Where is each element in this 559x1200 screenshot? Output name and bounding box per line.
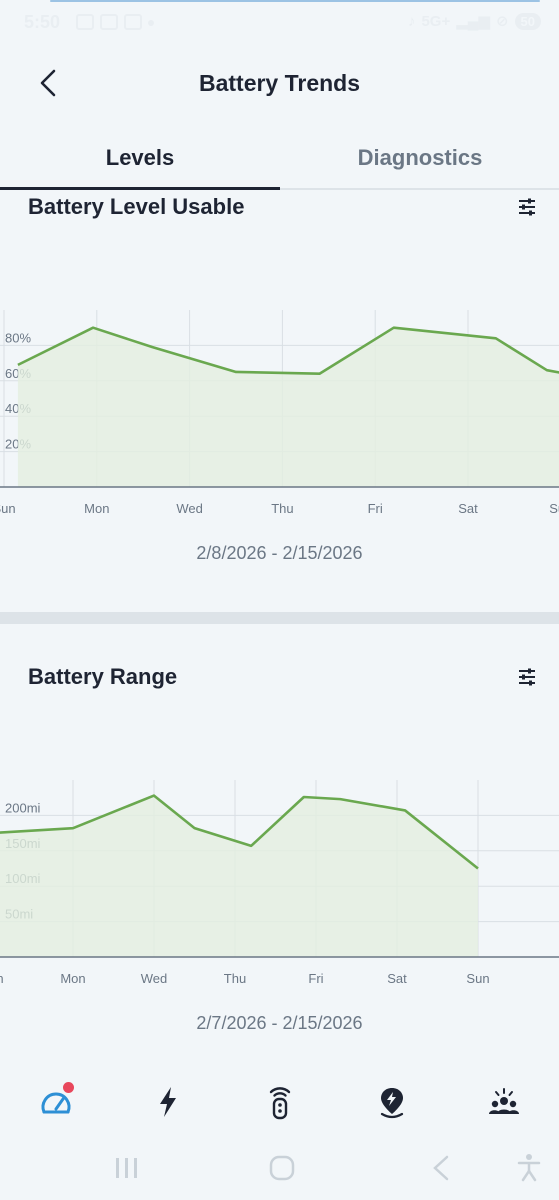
y-tick-label: 80% [5, 330, 31, 345]
network-label: 5G+ [421, 12, 451, 30]
mute-icon: ♪ [407, 12, 416, 30]
battery-indicator: 50 [514, 12, 541, 30]
x-tick-label: Thu [224, 971, 246, 986]
x-tick-label: Sun [0, 501, 16, 516]
x-tick-label: Mon [84, 501, 109, 516]
x-tick-label: Fri [308, 971, 323, 986]
level-section-title: Battery Level Usable [28, 194, 245, 219]
accessibility-button[interactable] [517, 1154, 541, 1182]
home-button[interactable] [269, 1155, 295, 1181]
nav-remote[interactable] [260, 1082, 300, 1122]
lightning-icon [160, 1087, 176, 1117]
sliders-icon [519, 198, 535, 216]
nav-map[interactable] [372, 1082, 412, 1122]
signal-icon: ▂▄▆ [456, 13, 490, 30]
x-tick-label: Sat [387, 971, 407, 986]
y-tick-label: 200mi [5, 800, 41, 815]
more-notifications-icon [148, 20, 154, 26]
status-right: ♪ 5G+ ▂▄▆ ⊘ 50 [408, 12, 541, 30]
gallery-icon [100, 14, 118, 30]
x-tick-label: Fri [368, 501, 383, 516]
map-pin-charge-icon [380, 1088, 404, 1119]
sliders-icon [519, 668, 535, 686]
x-tick-label: Thu [271, 501, 293, 516]
battery-range-chart: 50mi100mi150mi200miSunMonWedThuFriSatSun [0, 780, 559, 986]
system-nav-bar [0, 1140, 559, 1200]
area-fill [0, 795, 478, 957]
section-divider [0, 612, 559, 624]
back-nav-button[interactable] [433, 1155, 449, 1181]
screenshot-icon [76, 14, 94, 30]
battery-level-chart: 20%40%60%80%SunMonWedThuFriSatSun [0, 310, 559, 516]
x-tick-label: Wed [176, 501, 203, 516]
tab-levels[interactable]: Levels [0, 128, 280, 190]
x-tick-label: Sun [466, 971, 489, 986]
community-icon [489, 1088, 519, 1114]
x-tick-label: Sun [0, 971, 4, 986]
status-bar: 5:50 ♪ 5G+ ▂▄▆ ⊘ 50 [0, 0, 559, 48]
header: Battery Trends [0, 50, 559, 120]
nav-community[interactable] [484, 1082, 524, 1122]
x-tick-label: Mon [60, 971, 85, 986]
level-filter-button[interactable] [516, 196, 538, 218]
bottom-nav [0, 1070, 559, 1136]
range-date-range: 2/7/2026 - 2/15/2026 [196, 1013, 363, 1033]
progress-line [50, 0, 540, 2]
range-filter-button[interactable] [516, 666, 538, 688]
x-tick-label: Sat [458, 501, 478, 516]
level-date-range: 2/8/2026 - 2/15/2026 [196, 543, 363, 563]
range-section-title: Battery Range [28, 664, 178, 689]
nav-charging[interactable] [148, 1082, 188, 1122]
notification-badge [63, 1082, 74, 1093]
tab-diagnostics[interactable]: Diagnostics [280, 128, 559, 190]
x-tick-label: Wed [141, 971, 168, 986]
area-fill [17, 327, 559, 487]
tab-bar: Levels Diagnostics [0, 128, 559, 192]
tab-active-indicator [0, 187, 280, 190]
recent-apps-button[interactable] [116, 1158, 137, 1178]
x-tick-label: Sun [549, 501, 559, 516]
dnd-icon: ⊘ [495, 13, 509, 30]
nav-dashboard[interactable] [36, 1082, 76, 1122]
status-time: 5:50 [24, 12, 61, 32]
remote-key-icon [269, 1087, 291, 1120]
page-title: Battery Trends [198, 70, 361, 96]
app-notification-icon [124, 14, 142, 30]
notification-icons [76, 14, 154, 30]
